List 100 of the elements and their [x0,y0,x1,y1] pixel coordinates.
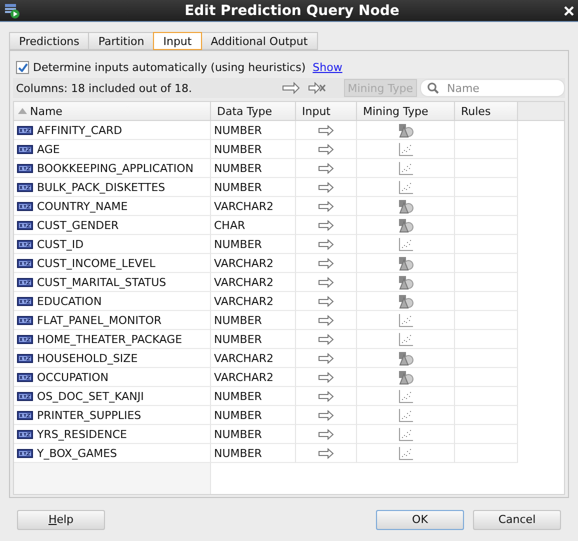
table-cell: BULK_PACK_DISKETTES [14,178,211,197]
input-arrow-icon [318,448,334,458]
tab[interactable]: Partition [88,32,154,50]
column-type-icon [17,220,33,230]
column-type-icon [17,164,33,172]
input-arrow-icon [318,352,334,364]
column-type-icon [17,182,33,192]
table-cell: BOOKKEEPING_APPLICATION [14,159,211,178]
dialog-button[interactable]: OK [376,510,464,530]
table-cell: COUNTRY_NAME [14,197,211,216]
table-cell: CUST_ID [14,235,211,254]
table-cell: NUMBER [211,425,296,444]
input-arrow-icon [318,314,334,326]
table-cell: VARCHAR2 [211,368,296,387]
column-type-icon [17,202,33,210]
close-icon[interactable] [564,6,574,16]
input-arrow-icon [318,276,334,288]
scatter-plot-icon [398,446,414,460]
table-cell: NUMBER [211,235,296,254]
input-arrow-icon [318,428,334,440]
scatter-plot-icon [398,408,414,422]
scatter-plot-icon [398,426,414,442]
window-title: Edit Prediction Query Node [184,2,400,18]
exclude-icon[interactable] [308,82,326,94]
input-arrow-icon [318,410,334,420]
shapes-icon [398,198,414,214]
column-type-icon [17,354,33,362]
table-cell: NUMBER [211,178,296,197]
table-cell: HOME_THEATER_PACKAGE [14,330,211,349]
column-type-icon [17,126,33,134]
tab[interactable]: Additional Output [200,32,318,50]
shapes-icon [398,122,414,138]
table-cell: NUMBER [211,311,296,330]
column-type-icon [17,278,33,286]
scatter-plot-icon [398,332,414,346]
input-arrow-icon [318,200,334,212]
input-arrow-icon [318,124,334,136]
table-cell: CUST_INCOME_LEVEL [14,254,211,273]
column-header[interactable]: Name [14,102,211,121]
scatter-plot-icon [398,160,414,176]
table-cell: VARCHAR2 [211,254,296,273]
table-cell: YRS_RESIDENCE [14,425,211,444]
show-link[interactable]: Show [312,60,342,74]
table-cell: EDUCATION [14,292,211,311]
table-cell: VARCHAR2 [211,292,296,311]
table-cell: NUMBER [211,406,296,425]
sort-icon [18,108,27,114]
column-header[interactable]: Rules [455,102,518,121]
column-header[interactable]: Data Type [211,102,296,121]
scatter-plot-icon [398,312,414,328]
input-arrow-icon [318,258,334,268]
input-arrow-icon [318,334,334,344]
column-type-icon [17,448,33,458]
input-arrow-icon [318,296,334,306]
table-cell: CHAR [211,216,296,235]
table-cell: VARCHAR2 [211,349,296,368]
tab[interactable]: Predictions [9,32,90,50]
shapes-icon [398,370,414,384]
column-type-icon [17,258,33,268]
column-type-icon [17,144,33,154]
table-cell: NUMBER [211,387,296,406]
input-arrow-icon [318,182,334,192]
column-header[interactable]: Mining Type [357,102,455,121]
table-cell: NUMBER [211,330,296,349]
search-input[interactable]: Name [445,80,545,96]
column-type-icon [17,316,33,324]
app-icon [4,2,20,18]
table-cell: NUMBER [211,140,296,159]
checkbox-label: Determine inputs automatically (using heuristics) [33,60,306,74]
scatter-plot-icon [398,142,414,156]
dialog-button[interactable]: Help [17,510,105,530]
input-arrow-icon [318,144,334,154]
dialog-button[interactable]: Cancel [473,510,561,530]
table-cell: PRINTER_SUPPLIES [14,406,211,425]
column-type-icon [17,392,33,400]
search-field[interactable]: Name [420,79,565,97]
column-type-icon [17,430,33,438]
include-icon[interactable] [282,82,300,94]
table-cell: CUST_MARITAL_STATUS [14,273,211,292]
checkbox[interactable] [16,60,29,74]
input-arrow-icon [318,372,334,382]
column-header[interactable]: Input [296,102,357,121]
input-arrow-icon [318,162,334,174]
table-cell: HOUSEHOLD_SIZE [14,349,211,368]
shapes-icon [398,274,414,290]
shapes-icon [398,256,414,270]
table-cell: CUST_GENDER [14,216,211,235]
scatter-plot-icon [398,388,414,404]
search-icon [427,82,439,94]
tab[interactable]: Input [153,32,202,50]
scatter-plot-icon [398,236,414,252]
table-cell: FLAT_PANEL_MONITOR [14,311,211,330]
shapes-icon [398,218,414,232]
column-type-icon [17,410,33,420]
table-cell: VARCHAR2 [211,197,296,216]
columns-summary: Columns: 18 included out of 18. [15,82,193,94]
column-type-icon [17,372,33,382]
table-cell: OS_DOC_SET_KANJI [14,387,211,406]
table-cell: NUMBER [211,121,296,140]
table-cell: VARCHAR2 [211,273,296,292]
